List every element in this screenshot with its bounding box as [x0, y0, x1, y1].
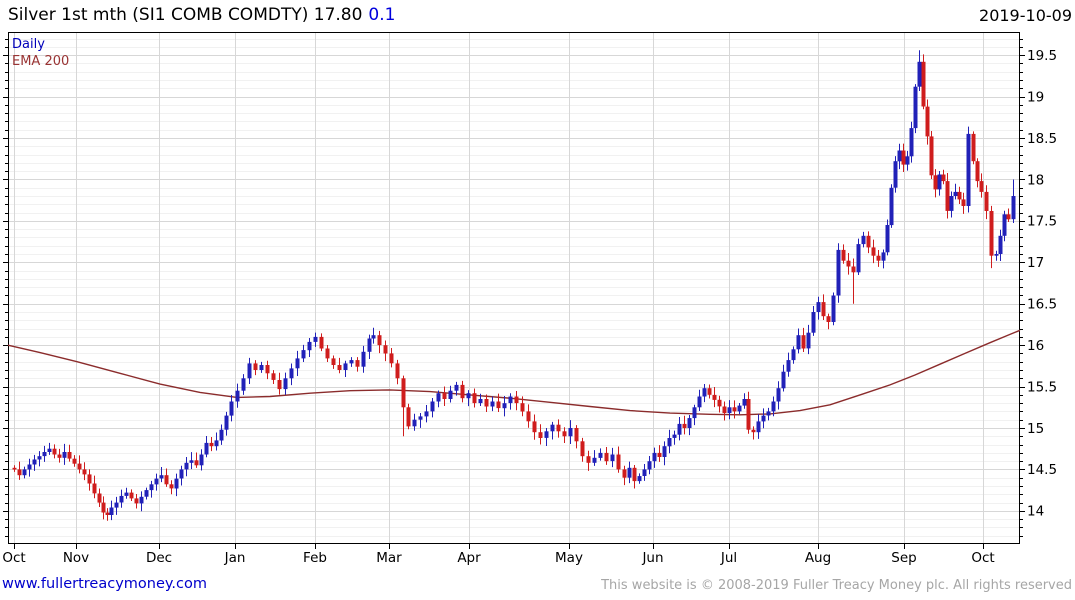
svg-text:Jan: Jan [224, 550, 246, 566]
svg-text:18.5: 18.5 [1027, 131, 1057, 147]
svg-text:15.5: 15.5 [1027, 379, 1057, 395]
svg-text:17: 17 [1027, 255, 1044, 271]
svg-text:16.5: 16.5 [1027, 297, 1057, 313]
candlestick-chart: 14 14.5 15 15.5 16 16.5 17 17.5 18 18.5 19 19.5 Oct N… [2, 32, 1057, 566]
svg-text:18: 18 [1027, 172, 1044, 188]
chart-legend: Daily EMA 200 [12, 36, 69, 70]
svg-text:17.5: 17.5 [1027, 214, 1057, 230]
copyright-text: This website is © 2008-2019 Fuller Treac… [601, 578, 1072, 593]
svg-text:15: 15 [1027, 421, 1044, 437]
svg-text:Oct: Oct [2, 550, 25, 566]
svg-text:Feb: Feb [303, 550, 327, 566]
svg-text:19: 19 [1027, 89, 1044, 105]
svg-text:Jul: Jul [720, 550, 737, 566]
svg-text:Oct: Oct [971, 550, 994, 566]
site-link[interactable]: www.fullertreacymoney.com [2, 576, 207, 592]
svg-text:Jun: Jun [641, 550, 663, 566]
svg-text:14: 14 [1027, 504, 1044, 520]
svg-text:Aug: Aug [805, 550, 831, 566]
svg-text:Sep: Sep [891, 550, 916, 566]
svg-text:14.5: 14.5 [1027, 462, 1057, 478]
svg-text:19.5: 19.5 [1027, 48, 1057, 64]
svg-text:16: 16 [1027, 338, 1044, 354]
svg-text:Dec: Dec [146, 550, 172, 566]
svg-text:May: May [555, 550, 583, 566]
legend-ema-200: EMA 200 [12, 54, 70, 69]
chart-page: Silver 1st mth (SI1 COMB COMDTY) 17.80 0.… [0, 0, 1075, 600]
legend-timeframe: Daily [12, 37, 45, 52]
svg-text:Mar: Mar [376, 550, 402, 566]
svg-text:Nov: Nov [63, 550, 89, 566]
svg-text:Apr: Apr [457, 550, 481, 566]
